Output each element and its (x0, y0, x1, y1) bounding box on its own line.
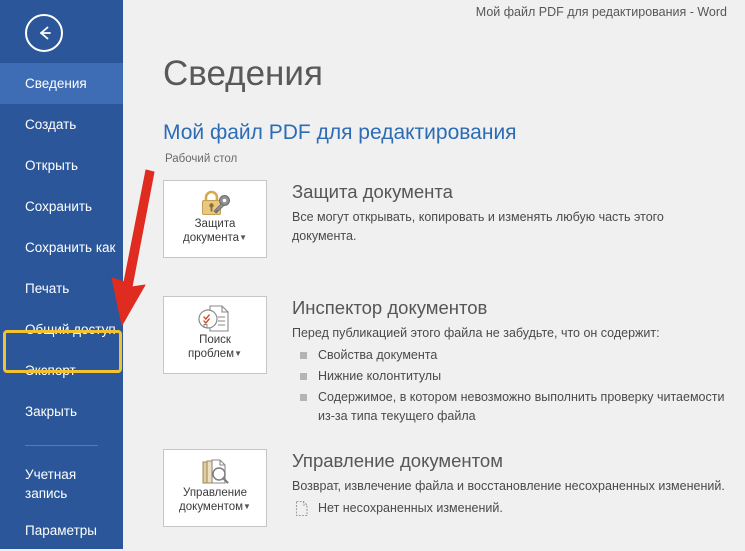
sidebar-item-save[interactable]: Сохранить (0, 186, 123, 227)
dotted-document-icon (294, 500, 310, 523)
manage-document-icon (164, 450, 266, 486)
sidebar-item-new[interactable]: Создать (0, 104, 123, 145)
list-item: Содержимое, в котором невозможно выполни… (292, 388, 731, 426)
section-description: Возврат, извлечение файла и восстановлен… (292, 479, 725, 493)
sidebar-item-label: Параметры (25, 523, 97, 538)
backstage-sidebar: Сведения Создать Открыть Сохранить Сохра… (0, 0, 123, 549)
back-arrow-icon (40, 26, 51, 40)
sidebar-item-label: Создать (25, 117, 77, 132)
unsaved-changes-note: Нет несохраненных изменений. (292, 499, 731, 518)
manage-document-body: Управление документом Возврат, извлечени… (292, 449, 731, 518)
protect-document-button-label-1: Защита (194, 218, 236, 230)
protect-document-button[interactable]: Защита документа▼ (163, 180, 267, 258)
manage-document-button[interactable]: Управление документом▼ (163, 449, 267, 527)
sidebar-item-label: Учетная запись (25, 467, 77, 501)
chevron-down-icon: ▼ (234, 349, 243, 358)
lock-key-icon (164, 181, 266, 217)
document-inspector-body: Инспектор документов Перед публикацией э… (292, 296, 731, 426)
sidebar-item-close[interactable]: Закрыть (0, 391, 123, 432)
check-for-issues-button-label-1: Поиск (199, 334, 231, 346)
sidebar-item-open[interactable]: Открыть (0, 145, 123, 186)
protect-document-body: Защита документа Все могут открывать, ко… (292, 180, 731, 246)
bullet-icon (300, 352, 307, 359)
list-item: Свойства документа (292, 346, 731, 365)
list-item-label: Свойства документа (318, 348, 438, 362)
sidebar-item-account[interactable]: Учетная запись (0, 458, 123, 510)
sidebar-nav: Сведения Создать Открыть Сохранить Сохра… (0, 63, 123, 551)
file-title[interactable]: Мой файл PDF для редактирования (163, 121, 517, 145)
sidebar-item-label: Сохранить (25, 199, 93, 214)
word-backstage-info-screen: Мой файл PDF для редактирования - Word С… (0, 0, 745, 549)
section-title: Инспектор документов (292, 297, 488, 318)
sidebar-item-label: Общий доступ (25, 322, 116, 337)
sidebar-item-label: Сведения (25, 76, 87, 91)
section-description: Перед публикацией этого файла не забудьт… (292, 326, 660, 340)
section-title: Управление документом (292, 450, 503, 471)
sidebar-item-save-as[interactable]: Сохранить как (0, 227, 123, 268)
bullet-icon (300, 394, 307, 401)
sidebar-item-print[interactable]: Печать (0, 268, 123, 309)
chevron-down-icon: ▼ (243, 502, 251, 511)
sidebar-item-label: Печать (25, 281, 70, 296)
check-for-issues-button[interactable]: Поиск проблем▼ (163, 296, 267, 374)
sidebar-item-label: Сохранить как (25, 240, 116, 255)
chevron-down-icon: ▼ (239, 233, 247, 242)
document-inspector-icon (164, 297, 266, 333)
sidebar-item-label: Закрыть (25, 404, 77, 419)
list-item-label: Нижние колонтитулы (318, 369, 442, 383)
section-description: Все могут открывать, копировать и изменя… (292, 210, 664, 243)
backstage-content: Сведения Мой файл PDF для редактирования… (123, 28, 745, 549)
unsaved-changes-label: Нет несохраненных изменений. (318, 501, 503, 515)
list-item: Нижние колонтитулы (292, 367, 731, 386)
sidebar-item-label: Экспорт (25, 363, 76, 378)
protect-document-button-label-2: документа (183, 232, 240, 245)
back-arrow-button[interactable] (25, 14, 63, 52)
sidebar-item-info[interactable]: Сведения (0, 63, 123, 104)
window-title: Мой файл PDF для редактирования - Word (475, 5, 727, 19)
inspector-findings-list: Свойства документа Нижние колонтитулы Со… (292, 346, 731, 426)
bullet-icon (300, 373, 307, 380)
section-title: Защита документа (292, 181, 453, 202)
sidebar-item-label: Открыть (25, 158, 79, 173)
sidebar-item-options[interactable]: Параметры (0, 510, 123, 551)
sidebar-divider (25, 445, 98, 446)
sidebar-item-export[interactable]: Экспорт (0, 350, 123, 391)
list-item-label: Содержимое, в котором невозможно выполни… (318, 390, 725, 423)
file-path: Рабочий стол (165, 153, 238, 165)
check-for-issues-button-label-2: проблем (187, 348, 235, 361)
title-bar: Мой файл PDF для редактирования - Word (123, 0, 745, 28)
manage-document-button-label-1: Управление (183, 487, 247, 499)
page-title: Сведения (163, 54, 323, 93)
sidebar-item-share[interactable]: Общий доступ (0, 309, 123, 350)
manage-document-button-label-2: документом (179, 501, 244, 514)
